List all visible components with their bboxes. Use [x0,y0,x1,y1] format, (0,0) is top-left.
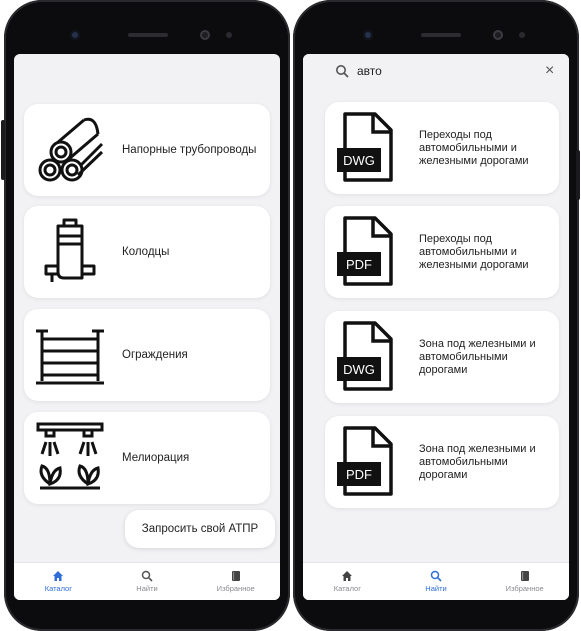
phone-frame-right: авто × DWG Переходы под автомобильными и… [293,0,580,631]
search-screen: авто × DWG Переходы под автомобильными и… [303,54,569,600]
category-card-irrigation[interactable]: Мелиорация [24,412,270,504]
bottom-tab-bar: Каталог Найти Избранное [14,562,280,600]
dwg-file-icon: DWG [337,321,393,391]
tab-label: Избранное [216,584,255,593]
front-camera [70,30,80,40]
search-input[interactable]: авто [357,64,382,78]
tab-catalog[interactable]: Каталог [14,563,103,600]
file-format-label: PDF [346,467,372,482]
file-format-label: DWG [343,153,375,168]
tab-search[interactable]: Найти [392,563,481,600]
bookmark-icon [231,571,240,581]
file-format-label: PDF [346,257,372,272]
pdf-file-icon: PDF [337,216,393,286]
tab-label: Найти [136,584,158,593]
category-card-fences[interactable]: Ограждения [24,309,270,401]
catalog-screen: Напорные трубопроводы Колодцы Ограждения… [14,54,280,600]
fence-icon [36,329,104,385]
volume-button [1,120,5,180]
tab-label: Каталог [333,584,361,593]
bookmark-icon [520,571,529,581]
category-label: Напорные трубопроводы [122,144,257,156]
result-card[interactable]: DWG Зона под железными и автомобильными … [325,311,559,403]
category-label: Ограждения [122,349,188,361]
proximity-sensor [493,30,503,40]
power-button [576,150,580,200]
light-sensor [226,32,232,38]
result-label: Зона под железными и автомобильными доро… [419,442,536,481]
result-card[interactable]: PDF Переходы под автомобильными и железн… [325,206,559,298]
pdf-file-icon: PDF [337,426,393,496]
front-camera [363,30,373,40]
light-sensor [519,32,525,38]
pipes-icon [38,117,104,182]
phone-frame-left: Напорные трубопроводы Колодцы Ограждения… [1,0,290,631]
tab-search[interactable]: Найти [103,563,192,600]
search-icon [141,570,153,582]
category-label: Мелиорация [122,452,190,464]
tab-favorites[interactable]: Избранное [191,563,280,600]
tab-label: Найти [425,584,447,593]
well-icon [44,218,96,282]
tab-favorites[interactable]: Избранное [480,563,569,600]
dwg-file-icon: DWG [337,112,393,182]
request-atpr-button[interactable]: Запросить свой АТПР [125,510,275,548]
earpiece-speaker [128,33,168,37]
home-icon [53,571,64,581]
home-icon [342,571,353,581]
result-label: Переходы под автомобильными и железными … [419,232,529,271]
search-icon [430,570,442,582]
category-label: Колодцы [122,246,170,258]
result-card[interactable]: DWG Переходы под автомобильными и железн… [325,102,559,194]
tab-label: Каталог [44,584,72,593]
tab-label: Избранное [505,584,544,593]
result-label: Зона под железными и автомобильными доро… [419,337,536,376]
search-bar[interactable]: авто × [303,54,569,92]
tab-catalog[interactable]: Каталог [303,563,392,600]
bottom-tab-bar: Каталог Найти Избранное [303,562,569,600]
file-format-label: DWG [343,362,375,377]
result-card[interactable]: PDF Зона под железными и автомобильными … [325,416,559,508]
earpiece-speaker [421,33,461,37]
proximity-sensor [200,30,210,40]
irrigation-icon [36,422,104,490]
category-card-pipes[interactable]: Напорные трубопроводы [24,104,270,196]
category-card-wells[interactable]: Колодцы [24,206,270,298]
result-label: Переходы под автомобильными и железными … [419,128,529,167]
clear-search-button[interactable]: × [545,62,554,80]
search-icon [336,65,349,78]
